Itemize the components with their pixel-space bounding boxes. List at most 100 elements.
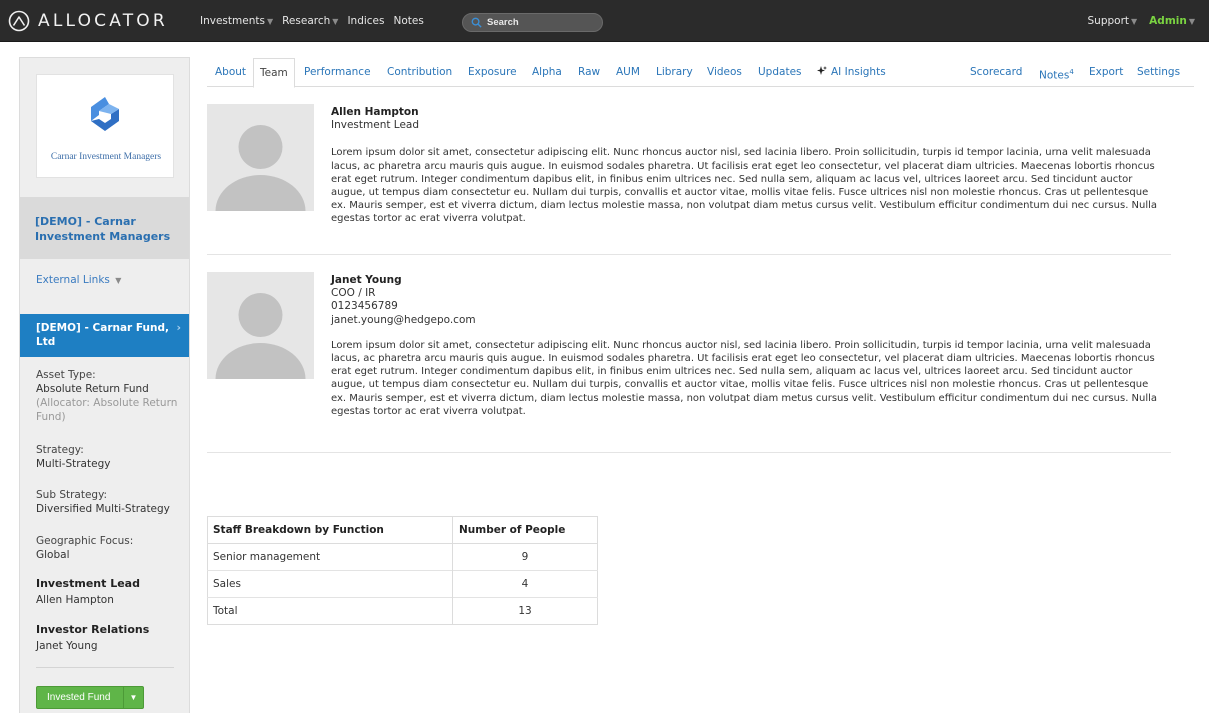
brand-name: ALLOCATOR [38, 11, 168, 31]
fund-name: [DEMO] - Carnar Fund, Ltd [36, 322, 169, 348]
nav-notes[interactable]: Notes [393, 15, 423, 27]
nav-investments[interactable]: Investments ▼ [200, 15, 273, 27]
sub-strategy-label: Sub Strategy: [36, 489, 108, 501]
chevron-down-icon[interactable]: ▼ [123, 687, 143, 708]
logo-text: Carnar Investment Managers [50, 152, 162, 162]
tab-export[interactable]: Export [1089, 58, 1123, 87]
team-member: Allen Hampton Investment Lead Lorem ipsu… [207, 104, 1171, 255]
team-member: Janet Young COO / IR 0123456789 janet.yo… [207, 272, 1171, 453]
asset-type-value: Absolute Return Fund [36, 383, 149, 395]
col-header-count: Number of People [452, 516, 598, 544]
member-phone: 0123456789 [331, 300, 398, 313]
tab-raw[interactable]: Raw [578, 58, 600, 87]
tab-updates[interactable]: Updates [758, 58, 802, 87]
avatar [207, 272, 314, 379]
right-nav: Support ▼ Admin ▼ [1076, 0, 1196, 42]
search-icon [471, 17, 482, 28]
nav-admin-label: Admin [1149, 15, 1187, 27]
avatar [207, 104, 314, 211]
row-count: 13 [452, 597, 598, 625]
asset-type-field: Asset Type: Absolute Return Fund (Alloca… [36, 368, 181, 424]
tab-about[interactable]: About [215, 58, 246, 87]
sub-strategy-field: Sub Strategy: Diversified Multi-Strategy [36, 488, 170, 516]
tab-exposure[interactable]: Exposure [468, 58, 517, 87]
invested-fund-button[interactable]: Invested Fund ▼ [36, 686, 144, 709]
nav-research[interactable]: Research ▼ [282, 15, 338, 27]
strategy-label: Strategy: [36, 444, 84, 456]
tab-team[interactable]: Team [253, 58, 295, 88]
nav-investments-label: Investments [200, 15, 265, 27]
nav-admin[interactable]: Admin ▼ [1149, 15, 1195, 27]
team-member-info: Janet Young COO / IR 0123456789 janet.yo… [331, 274, 1161, 418]
staff-breakdown-table: Staff Breakdown by Function Number of Pe… [207, 516, 598, 625]
member-name: Allen Hampton [331, 106, 419, 118]
member-title: COO / IR [331, 287, 376, 300]
member-email[interactable]: janet.young@hedgepo.com [331, 314, 1161, 327]
row-function: Sales [207, 570, 453, 598]
tab-ai-insights[interactable]: AI Insights [817, 58, 886, 87]
chevron-down-icon: ▼ [115, 276, 122, 285]
search-input[interactable] [462, 13, 603, 32]
asset-type-sub: (Allocator: Absolute Return Fund) [36, 397, 178, 423]
sidebar: Carnar Investment Managers [DEMO] - Carn… [19, 57, 190, 713]
investment-lead-label: Investment Lead [36, 577, 140, 590]
member-bio: Lorem ipsum dolor sit amet, consectetur … [331, 147, 1158, 225]
investor-relations-field: Investor Relations Janet Young [36, 623, 149, 653]
fund-tabs: About Team Performance Contribution Expo… [207, 58, 1194, 88]
table-row: Total 13 [207, 597, 598, 625]
invested-fund-label: Invested Fund [47, 692, 111, 703]
col-header-function: Staff Breakdown by Function [207, 516, 453, 544]
tab-settings[interactable]: Settings [1137, 58, 1180, 87]
user-silhouette-icon [207, 104, 314, 211]
external-links-label: External Links [36, 274, 110, 286]
tab-videos[interactable]: Videos [707, 58, 742, 87]
tab-scorecard[interactable]: Scorecard [970, 58, 1022, 87]
strategy-value: Multi-Strategy [36, 458, 111, 470]
notes-count-badge: 4 [1069, 68, 1074, 76]
tab-alpha[interactable]: Alpha [532, 58, 562, 87]
chevron-right-icon: › [176, 321, 181, 334]
sub-strategy-value: Diversified Multi-Strategy [36, 503, 170, 515]
table-header-row: Staff Breakdown by Function Number of Pe… [207, 516, 598, 544]
geo-focus-field: Geographic Focus: Global [36, 534, 133, 562]
nav-support-label: Support [1087, 15, 1130, 27]
nav-support[interactable]: Support ▼ [1088, 15, 1138, 27]
tab-library[interactable]: Library [656, 58, 693, 87]
investment-lead-field: Investment Lead Allen Hampton [36, 577, 140, 607]
manager-name-link[interactable]: [DEMO] - Carnar Investment Managers [20, 197, 189, 259]
chevron-down-icon: ▼ [1131, 17, 1138, 26]
manager-logo[interactable]: Carnar Investment Managers [36, 74, 174, 178]
tab-ai-insights-label: AI Insights [831, 66, 886, 78]
chevron-down-icon: ▼ [1188, 17, 1195, 26]
external-links-dropdown[interactable]: External Links ▼ [36, 274, 121, 286]
investment-lead-value: Allen Hampton [36, 594, 114, 606]
member-bio: Lorem ipsum dolor sit amet, consectetur … [331, 339, 1158, 417]
tab-notes[interactable]: Notes4 [1039, 58, 1074, 87]
carnar-logo-icon [91, 97, 119, 131]
fund-selector[interactable]: [DEMO] - Carnar Fund, Ltd › [20, 314, 189, 357]
brand[interactable]: ALLOCATOR [8, 10, 168, 32]
sidebar-divider [36, 667, 174, 668]
sparkle-icon [817, 66, 827, 75]
top-navbar: ALLOCATOR Investments ▼ Research ▼ Indices… [0, 0, 1209, 42]
table-row: Sales 4 [207, 570, 598, 598]
investor-relations-value: Janet Young [36, 640, 98, 652]
chevron-down-icon: ▼ [332, 17, 339, 26]
asset-type-label: Asset Type: [36, 369, 96, 381]
main-nav: Investments ▼ Research ▼ Indices Notes [200, 0, 433, 42]
geo-focus-value: Global [36, 549, 70, 561]
member-name: Janet Young [331, 274, 402, 286]
tab-performance[interactable]: Performance [304, 58, 371, 87]
row-count: 9 [452, 543, 598, 571]
member-title: Investment Lead [331, 119, 420, 132]
geo-focus-label: Geographic Focus: [36, 535, 134, 547]
chevron-down-icon: ▼ [266, 17, 274, 26]
table-row: Senior management 9 [207, 543, 598, 571]
tab-notes-label: Notes [1039, 69, 1070, 82]
row-function: Senior management [207, 543, 453, 571]
tab-contribution[interactable]: Contribution [387, 58, 452, 87]
allocator-logo-icon [8, 10, 30, 32]
nav-indices[interactable]: Indices [347, 15, 384, 27]
tab-aum[interactable]: AUM [616, 58, 640, 87]
row-count: 4 [452, 570, 598, 598]
